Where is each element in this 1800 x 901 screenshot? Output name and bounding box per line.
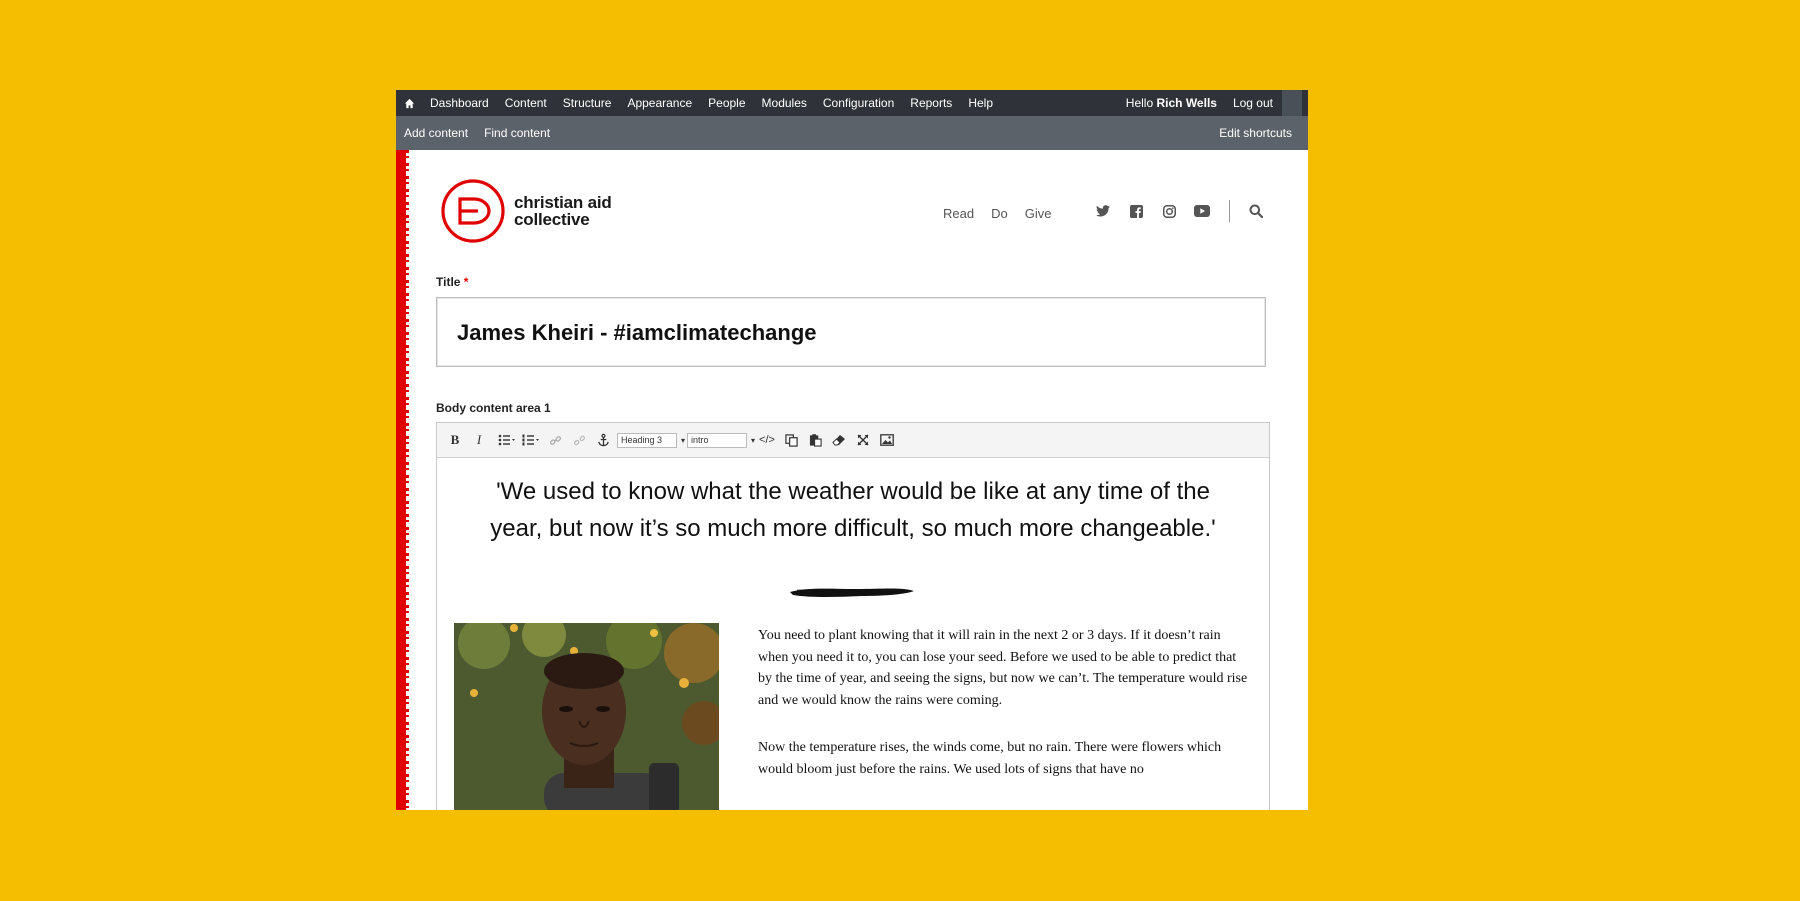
user-greeting[interactable]: Hello Rich Wells — [1118, 96, 1225, 110]
brush-stroke-divider — [790, 588, 914, 597]
unlink-icon[interactable] — [569, 429, 589, 451]
home-icon[interactable] — [396, 90, 422, 116]
greeting-text: Hello — [1125, 96, 1154, 110]
toolbar-item-dashboard[interactable]: Dashboard — [422, 90, 497, 116]
anchor-icon[interactable] — [593, 429, 613, 451]
browser-window: Dashboard Content Structure Appearance P… — [396, 90, 1308, 810]
numbered-list-icon[interactable] — [521, 429, 541, 451]
toolbar-item-configuration[interactable]: Configuration — [815, 90, 902, 116]
toolbar-item-help[interactable]: Help — [960, 90, 1001, 116]
shortcuts-bar: Add content Find content Edit shortcuts — [396, 116, 1308, 150]
paragraph-1: You need to plant knowing that it will r… — [758, 628, 1248, 708]
editor-toolbar: B I Heading 3 ▾ intro ▾ </> — [437, 423, 1269, 458]
chevron-down-icon: ▾ — [750, 435, 755, 445]
instagram-icon[interactable] — [1161, 203, 1177, 219]
site-logo[interactable]: christian aid collective — [440, 178, 612, 244]
remove-format-icon[interactable] — [829, 429, 849, 451]
body-editor[interactable]: B I Heading 3 ▾ intro ▾ </> 'We used to … — [436, 422, 1270, 810]
logo-text: christian aid collective — [514, 194, 612, 228]
logo-line-2: collective — [514, 210, 590, 229]
bulleted-list-icon[interactable] — [497, 429, 517, 451]
page-content: christian aid collective Read Do Give Ti… — [396, 150, 1308, 810]
red-edge-decoration — [396, 150, 409, 810]
chevron-down-icon: ▾ — [680, 435, 685, 445]
italic-icon[interactable]: I — [469, 429, 489, 451]
site-nav-give[interactable]: Give — [1025, 206, 1052, 221]
image-icon[interactable] — [877, 429, 897, 451]
toolbar-item-structure[interactable]: Structure — [555, 90, 620, 116]
maximize-icon[interactable] — [853, 429, 873, 451]
edit-shortcuts-link[interactable]: Edit shortcuts — [1211, 126, 1300, 140]
social-links — [1095, 200, 1281, 222]
format-select[interactable]: Heading 3 ▾ — [617, 432, 685, 448]
youtube-icon[interactable] — [1194, 203, 1210, 219]
tray-toggle-button[interactable] — [1281, 90, 1302, 116]
toolbar-item-people[interactable]: People — [700, 90, 753, 116]
logo-line-1: christian aid — [514, 193, 612, 212]
title-label-text: Title — [436, 275, 461, 289]
user-name: Rich Wells — [1156, 96, 1217, 110]
link-icon[interactable] — [545, 429, 565, 451]
format-select-value: Heading 3 — [621, 435, 663, 445]
style-select[interactable]: intro ▾ — [687, 432, 755, 448]
required-marker: * — [463, 275, 469, 289]
toolbar-item-appearance[interactable]: Appearance — [619, 90, 700, 116]
title-label: Title * — [436, 275, 468, 289]
facebook-icon[interactable] — [1128, 203, 1144, 219]
admin-toolbar: Dashboard Content Structure Appearance P… — [396, 90, 1308, 116]
style-select-value: intro — [691, 435, 709, 445]
bold-icon[interactable]: B — [445, 429, 465, 451]
body-label: Body content area 1 — [436, 401, 551, 415]
logo-icon — [441, 179, 505, 243]
toolbar-item-reports[interactable]: Reports — [902, 90, 960, 116]
shortcut-find-content[interactable]: Find content — [476, 126, 558, 140]
source-icon[interactable]: </> — [757, 429, 777, 451]
site-nav-read[interactable]: Read — [943, 206, 974, 221]
header-divider — [1229, 200, 1230, 222]
site-nav: Read Do Give — [943, 206, 1068, 221]
toolbar-item-modules[interactable]: Modules — [754, 90, 815, 116]
site-nav-do[interactable]: Do — [991, 206, 1008, 221]
toolbar-item-content[interactable]: Content — [497, 90, 555, 116]
paste-icon[interactable] — [805, 429, 825, 451]
paragraph-2: Now the temperature rises, the winds com… — [758, 740, 1222, 777]
shortcut-add-content[interactable]: Add content — [404, 126, 476, 140]
site-header: christian aid collective Read Do Give — [440, 178, 1264, 248]
copy-icon[interactable] — [781, 429, 801, 451]
logout-link[interactable]: Log out — [1225, 96, 1281, 110]
body-text: You need to plant knowing that it will r… — [758, 625, 1250, 806]
title-field[interactable]: James Kheiri - #iamclimatechange — [436, 297, 1266, 367]
intro-quote: 'We used to know what the weather would … — [490, 478, 1216, 542]
twitter-icon[interactable] — [1095, 203, 1111, 219]
search-icon[interactable] — [1248, 203, 1264, 219]
portrait-photo — [454, 623, 719, 810]
